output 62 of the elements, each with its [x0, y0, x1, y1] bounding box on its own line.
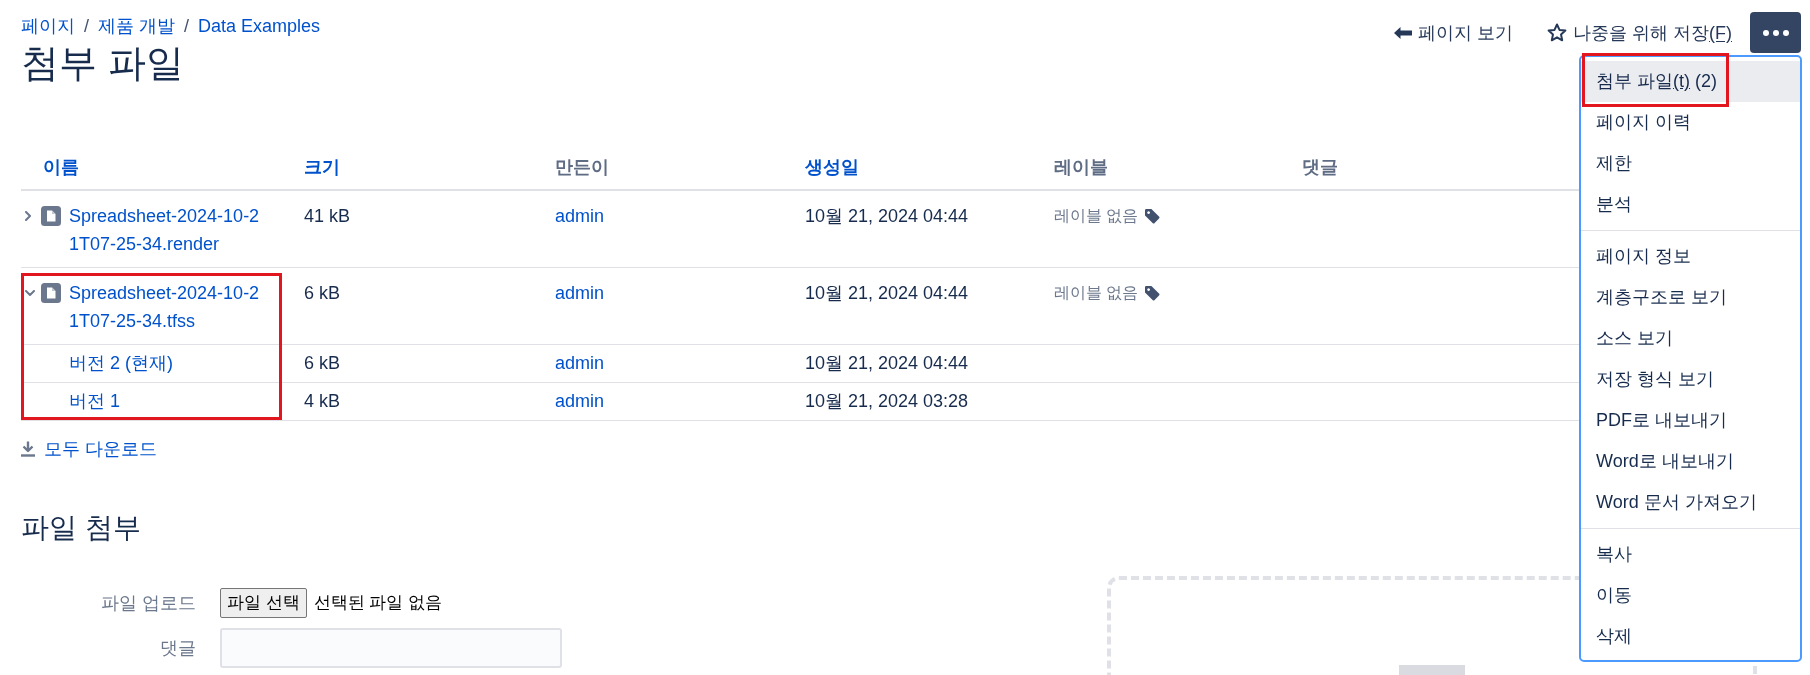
menu-item[interactable]: 이동: [1581, 575, 1800, 616]
download-icon: [21, 441, 35, 457]
more-button[interactable]: [1750, 12, 1801, 53]
menu-item[interactable]: 소스 보기: [1581, 318, 1800, 359]
column-header[interactable]: 생성일: [805, 146, 1054, 190]
menu-item[interactable]: PDF로 내보내기: [1581, 400, 1800, 441]
field-label: 댓글: [160, 636, 196, 660]
version-link[interactable]: 버전 1: [69, 391, 120, 411]
view-page-button[interactable]: 페이지 보기: [1394, 20, 1513, 45]
version-link[interactable]: 버전 2 (현재): [69, 353, 173, 373]
download-all-link[interactable]: 모두 다운로드: [21, 437, 157, 461]
menu-item[interactable]: Word로 내보내기: [1581, 441, 1800, 482]
breadcrumb-link[interactable]: Data Examples: [198, 14, 321, 38]
file-status-text: 선택된 파일 없음: [313, 592, 443, 615]
column-header[interactable]: 크기: [304, 146, 555, 190]
breadcrumb-separator: /: [84, 15, 89, 38]
user-link[interactable]: admin: [555, 391, 605, 411]
no-labels-text: 레이블 없음: [1054, 206, 1139, 226]
file-icon: [41, 283, 61, 303]
table-cell: 10월 21, 2024 04:44: [805, 190, 1054, 268]
ellipsis-icon: [1762, 29, 1789, 36]
file-name-link[interactable]: Spreadsheet-2024-10-21T07-25-34.render: [69, 202, 265, 258]
table-cell: 10월 21, 2024 04:44: [805, 344, 1054, 383]
section-title: 파일 첨부: [21, 511, 141, 545]
user-link[interactable]: admin: [555, 206, 605, 226]
chevron-right-icon[interactable]: [25, 211, 32, 221]
left-arrow-icon: [1394, 26, 1412, 39]
breadcrumb-link[interactable]: 제품 개발: [98, 14, 176, 38]
breadcrumb-link[interactable]: 페이지: [21, 14, 75, 38]
star-icon: [1547, 23, 1567, 42]
field-label: 파일 업로드: [101, 591, 196, 615]
table-cell: 6 kB: [304, 344, 555, 383]
save-for-later-button[interactable]: 나중을 위해 저장(F): [1547, 20, 1732, 45]
table-cell: 41 kB: [304, 190, 555, 268]
column-header: 만든이: [555, 146, 805, 190]
tag-icon[interactable]: [1144, 208, 1161, 224]
tag-icon[interactable]: [1144, 285, 1161, 301]
comment-field[interactable]: [220, 628, 562, 668]
file-icon: [41, 206, 61, 226]
menu-item[interactable]: 삭제: [1581, 616, 1800, 657]
menu-item[interactable]: 페이지 정보: [1581, 236, 1800, 277]
menu-item[interactable]: 페이지 이력: [1581, 102, 1800, 143]
menu-item[interactable]: 저장 형식 보기: [1581, 359, 1800, 400]
menu-item[interactable]: 제한: [1581, 143, 1800, 184]
table-cell: 10월 21, 2024 03:28: [805, 382, 1054, 421]
table-cell: 4 kB: [304, 382, 555, 421]
table-cell: 10월 21, 2024 04:44: [805, 267, 1054, 345]
menu-item[interactable]: Word 문서 가져오기: [1581, 482, 1800, 523]
menu-item[interactable]: 계층구조로 보기: [1581, 277, 1800, 318]
chevron-down-icon[interactable]: [25, 289, 35, 297]
choose-file-button[interactable]: 파일 선택: [220, 588, 307, 618]
breadcrumb-separator: /: [184, 15, 190, 38]
table-cell: 6 kB: [304, 267, 555, 345]
menu-item[interactable]: 첨부 파일(t) (2): [1581, 61, 1800, 102]
column-header[interactable]: 이름: [21, 146, 304, 190]
file-name-link[interactable]: Spreadsheet-2024-10-21T07-25-34.tfss: [69, 279, 265, 335]
no-labels-text: 레이블 없음: [1054, 283, 1139, 303]
user-link[interactable]: admin: [555, 283, 605, 303]
column-header: 레이블: [1054, 146, 1302, 190]
user-link[interactable]: admin: [555, 353, 605, 373]
menu-item[interactable]: 복사: [1581, 534, 1800, 575]
page-title: 첨부 파일: [21, 41, 184, 86]
